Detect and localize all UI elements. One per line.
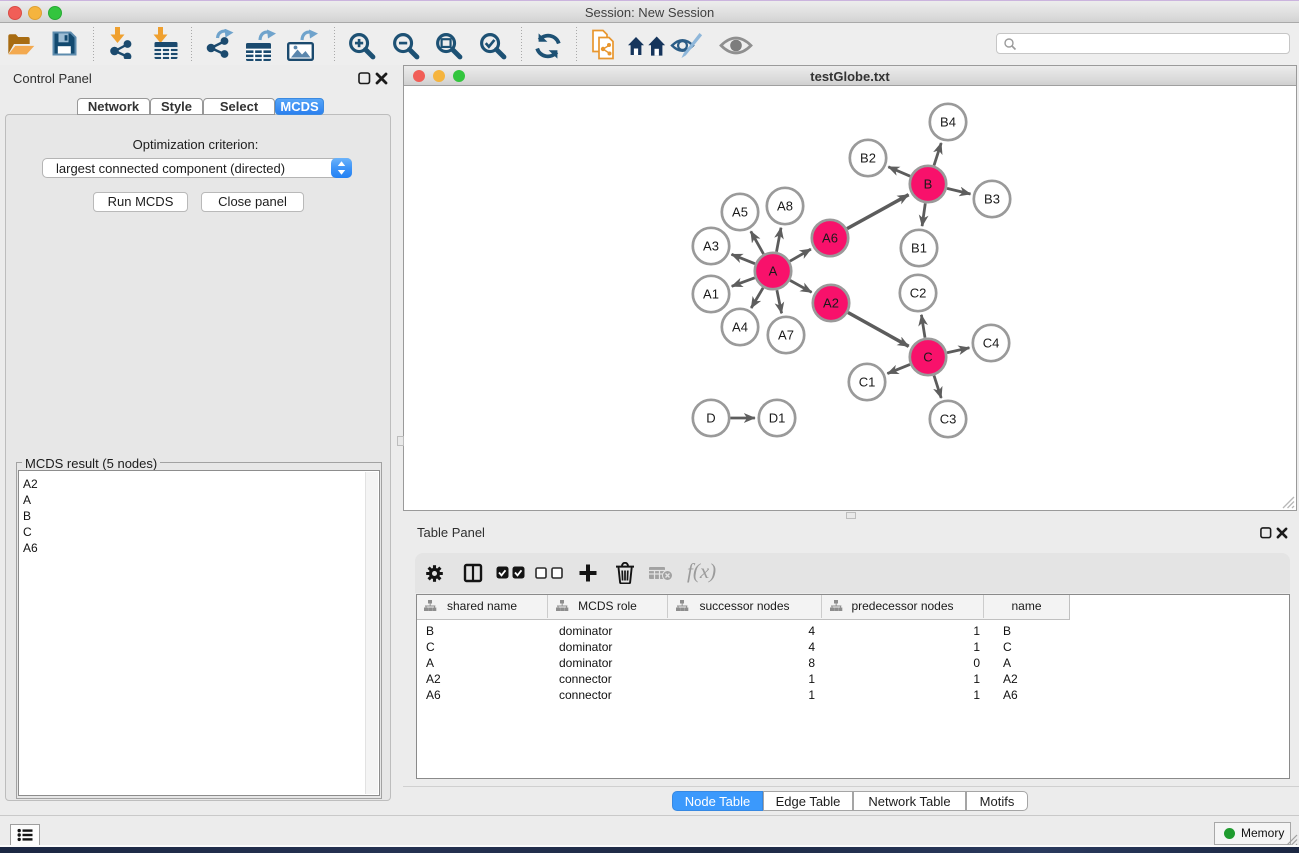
svg-text:C4: C4 <box>983 336 1000 351</box>
svg-text:A4: A4 <box>732 320 748 335</box>
svg-text:D: D <box>706 411 715 426</box>
svg-text:A5: A5 <box>732 205 748 220</box>
svg-text:B1: B1 <box>911 241 927 256</box>
svg-text:B3: B3 <box>984 192 1000 207</box>
svg-text:A6: A6 <box>822 231 838 246</box>
svg-text:B4: B4 <box>940 115 956 130</box>
svg-text:D1: D1 <box>769 411 786 426</box>
svg-text:A7: A7 <box>778 328 794 343</box>
svg-text:A: A <box>769 264 778 279</box>
svg-text:C3: C3 <box>940 412 957 427</box>
svg-text:C2: C2 <box>910 286 927 301</box>
svg-text:C: C <box>923 350 932 365</box>
svg-text:C1: C1 <box>859 375 876 390</box>
svg-text:A1: A1 <box>703 287 719 302</box>
svg-text:B2: B2 <box>860 151 876 166</box>
svg-text:A2: A2 <box>823 296 839 311</box>
svg-text:A8: A8 <box>777 199 793 214</box>
svg-text:B: B <box>924 177 933 192</box>
svg-text:A3: A3 <box>703 239 719 254</box>
